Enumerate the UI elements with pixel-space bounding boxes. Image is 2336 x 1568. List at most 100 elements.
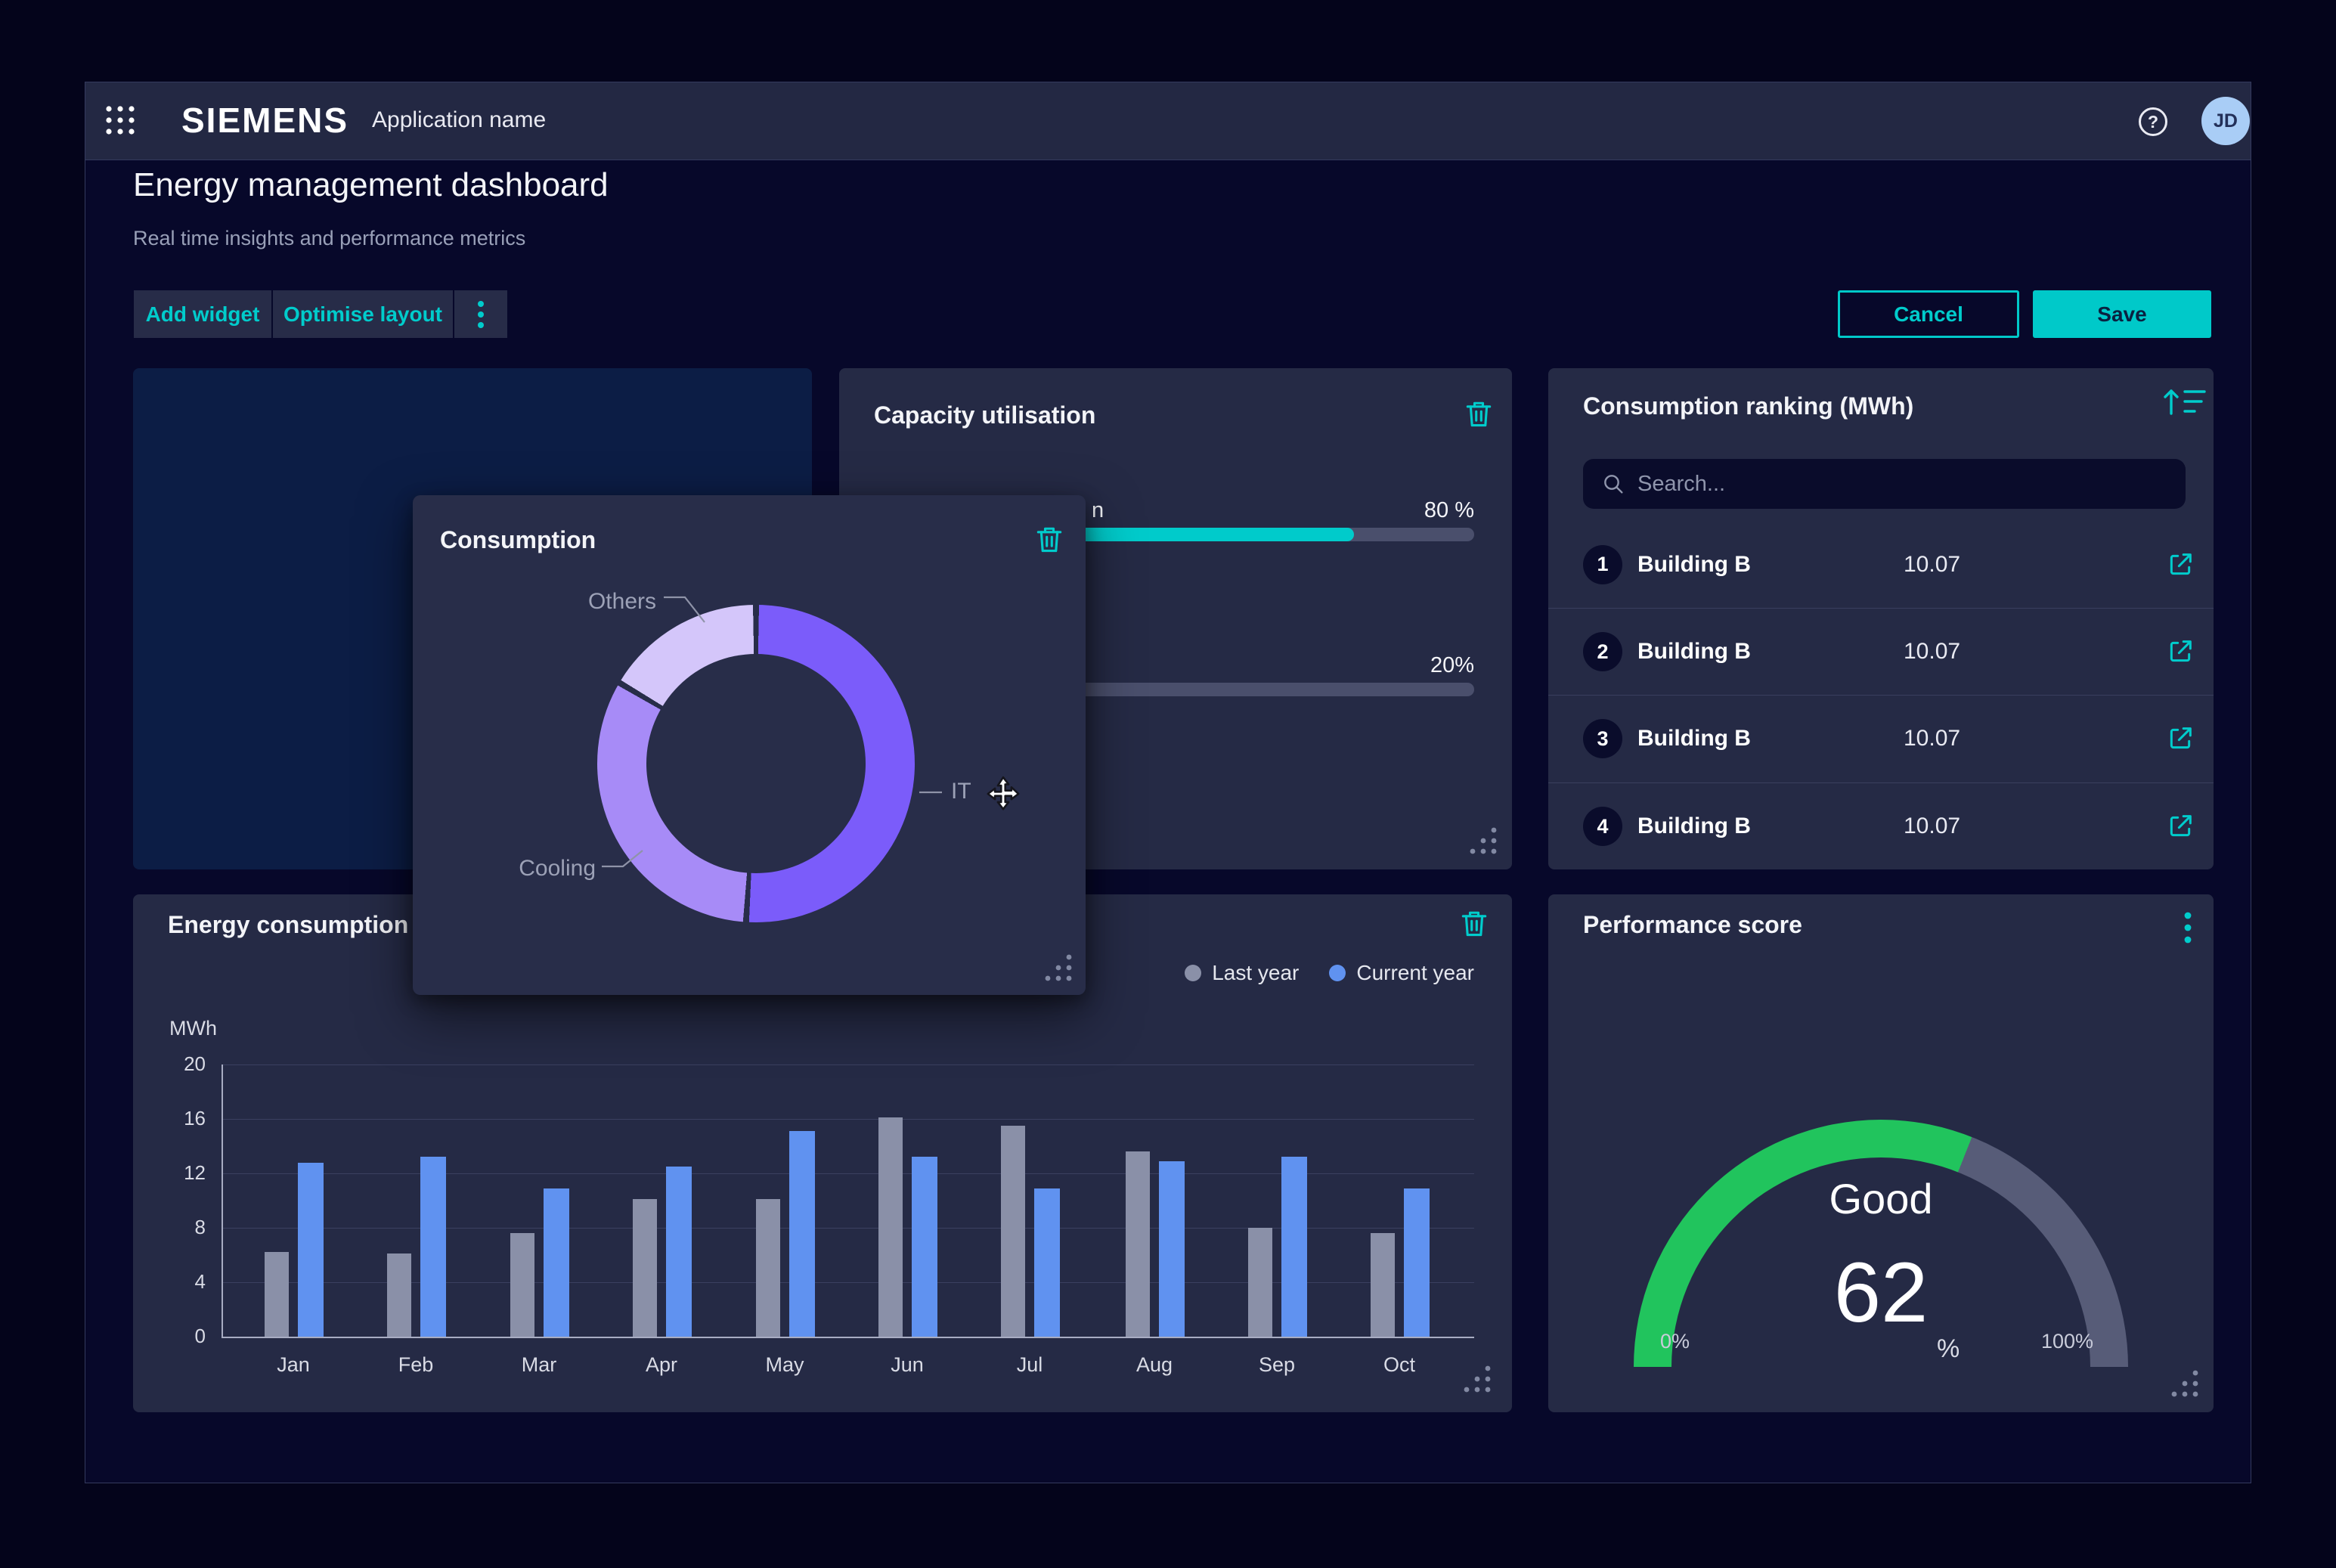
- ranking-row[interactable]: 1 Building B 10.07: [1548, 521, 2214, 608]
- ranking-row[interactable]: 2 Building B 10.07: [1548, 608, 2214, 695]
- rank-badge: 1: [1583, 545, 1622, 584]
- resize-grip-icon[interactable]: [1468, 826, 1498, 856]
- x-axis-label: Jun: [862, 1353, 953, 1377]
- x-axis-label: Sep: [1232, 1353, 1322, 1377]
- y-axis-tick: 20: [148, 1052, 206, 1076]
- resize-grip-icon[interactable]: [2170, 1368, 2200, 1399]
- donut-label-cooling: Cooling: [445, 856, 596, 882]
- y-axis-tick: 12: [148, 1161, 206, 1185]
- building-name: Building B: [1637, 552, 1751, 578]
- kebab-icon: [477, 299, 485, 330]
- consumption-value: 10.07: [1904, 726, 1960, 751]
- delete-widget-icon[interactable]: [1462, 397, 1495, 430]
- add-widget-button[interactable]: Add widget: [134, 290, 271, 338]
- save-button[interactable]: Save: [2033, 290, 2211, 338]
- x-axis-label: Oct: [1354, 1353, 1445, 1377]
- energy-dashboard-app: SIEMENS Application name ? JD Energy man…: [0, 0, 2336, 1568]
- rank-badge: 2: [1583, 632, 1622, 671]
- rank-badge: 3: [1583, 719, 1622, 758]
- page-title: Energy management dashboard: [133, 166, 609, 204]
- bar-last-year: [1248, 1228, 1272, 1337]
- progress-value: 80 %: [1424, 498, 1474, 523]
- building-name: Building B: [1637, 813, 1751, 839]
- gridline: [222, 1064, 1474, 1065]
- y-axis-tick: 8: [148, 1216, 206, 1239]
- ranking-row[interactable]: 4 Building B 10.07: [1548, 782, 2214, 869]
- bar-current-year: [1034, 1188, 1060, 1337]
- resize-grip-icon[interactable]: [1462, 1364, 1492, 1394]
- bar-last-year: [387, 1253, 411, 1337]
- gauge-score: 62: [1548, 1244, 2214, 1341]
- consumption-ranking-widget: Consumption ranking (MWh) Search... 1 Bu…: [1548, 368, 2214, 869]
- search-input[interactable]: Search...: [1583, 459, 2186, 509]
- consumption-value: 10.07: [1904, 813, 1960, 839]
- external-link-icon[interactable]: [2165, 811, 2195, 841]
- performance-score-widget: Performance score Good 62 % 0% 100%: [1548, 894, 2214, 1412]
- consumption-value: 10.07: [1904, 552, 1960, 578]
- x-axis-label: Jul: [984, 1353, 1075, 1377]
- app-launcher-icon[interactable]: [103, 103, 138, 138]
- search-placeholder: Search...: [1637, 459, 1725, 509]
- resize-grip-icon[interactable]: [1043, 953, 1074, 983]
- bar-current-year: [298, 1163, 324, 1337]
- consumption-widget-floating[interactable]: Consumption Others IT Cooling: [413, 495, 1086, 995]
- x-axis-label: May: [739, 1353, 830, 1377]
- optimise-layout-button[interactable]: Optimise layout: [273, 290, 453, 338]
- bar-current-year: [666, 1167, 692, 1337]
- bar-current-year: [1159, 1161, 1185, 1337]
- progress-label-fragment: n: [1092, 498, 1104, 523]
- sort-icon[interactable]: [2159, 382, 2207, 421]
- x-axis-label: Mar: [494, 1353, 584, 1377]
- cancel-button[interactable]: Cancel: [1838, 290, 2019, 338]
- bar-last-year: [510, 1233, 534, 1337]
- move-cursor-icon: [985, 776, 1021, 812]
- progress-value: 20%: [1430, 653, 1474, 678]
- widget-title: Consumption ranking (MWh): [1583, 392, 1913, 420]
- gauge-max-label: 100%: [2041, 1330, 2093, 1353]
- y-axis-tick: 0: [148, 1325, 206, 1348]
- consumption-value: 10.07: [1904, 639, 1960, 665]
- help-icon[interactable]: ?: [2139, 107, 2167, 136]
- page-subtitle: Real time insights and performance metri…: [133, 227, 525, 250]
- x-axis-line: [222, 1337, 1474, 1338]
- x-axis-label: Aug: [1109, 1353, 1200, 1377]
- bar-last-year: [1126, 1151, 1150, 1337]
- external-link-icon[interactable]: [2165, 637, 2195, 667]
- building-name: Building B: [1637, 639, 1751, 665]
- bar-last-year: [633, 1199, 657, 1337]
- widget-title: Capacity utilisation: [874, 401, 1095, 429]
- search-icon: [1601, 472, 1625, 496]
- gauge-min-label: 0%: [1660, 1330, 1690, 1353]
- external-link-icon[interactable]: [2165, 724, 2195, 754]
- bar-current-year: [1281, 1157, 1307, 1337]
- toolbar-kebab-button[interactable]: [454, 290, 507, 338]
- gauge-score-unit: %: [1937, 1334, 1960, 1364]
- bar-last-year: [265, 1252, 289, 1337]
- siemens-logo: SIEMENS: [181, 100, 349, 141]
- building-name: Building B: [1637, 726, 1751, 751]
- x-axis-label: Jan: [248, 1353, 339, 1377]
- avatar[interactable]: JD: [2201, 97, 2250, 145]
- y-axis-tick: 16: [148, 1107, 206, 1130]
- donut-label-others: Others: [505, 589, 656, 615]
- donut-leader-lines: [413, 495, 1086, 995]
- bar-current-year: [420, 1157, 446, 1337]
- gridline: [222, 1119, 1474, 1120]
- x-axis-label: Apr: [616, 1353, 707, 1377]
- external-link-icon[interactable]: [2165, 550, 2195, 580]
- x-axis-label: Feb: [370, 1353, 461, 1377]
- bar-current-year: [544, 1188, 569, 1337]
- bar-last-year: [1371, 1233, 1395, 1337]
- bar-current-year: [912, 1157, 937, 1337]
- rank-badge: 4: [1583, 807, 1622, 846]
- gauge-rating: Good: [1548, 1174, 2214, 1223]
- bar-last-year: [878, 1117, 903, 1337]
- bar-current-year: [789, 1131, 815, 1337]
- y-axis-line: [222, 1064, 223, 1338]
- y-axis-tick: 4: [148, 1270, 206, 1294]
- ranking-row[interactable]: 3 Building B 10.07: [1548, 695, 2214, 782]
- donut-label-it: IT: [951, 779, 971, 804]
- bar-last-year: [1001, 1126, 1025, 1337]
- widget-title: Performance score: [1583, 911, 1802, 939]
- widget-kebab-icon[interactable]: [2183, 910, 2192, 946]
